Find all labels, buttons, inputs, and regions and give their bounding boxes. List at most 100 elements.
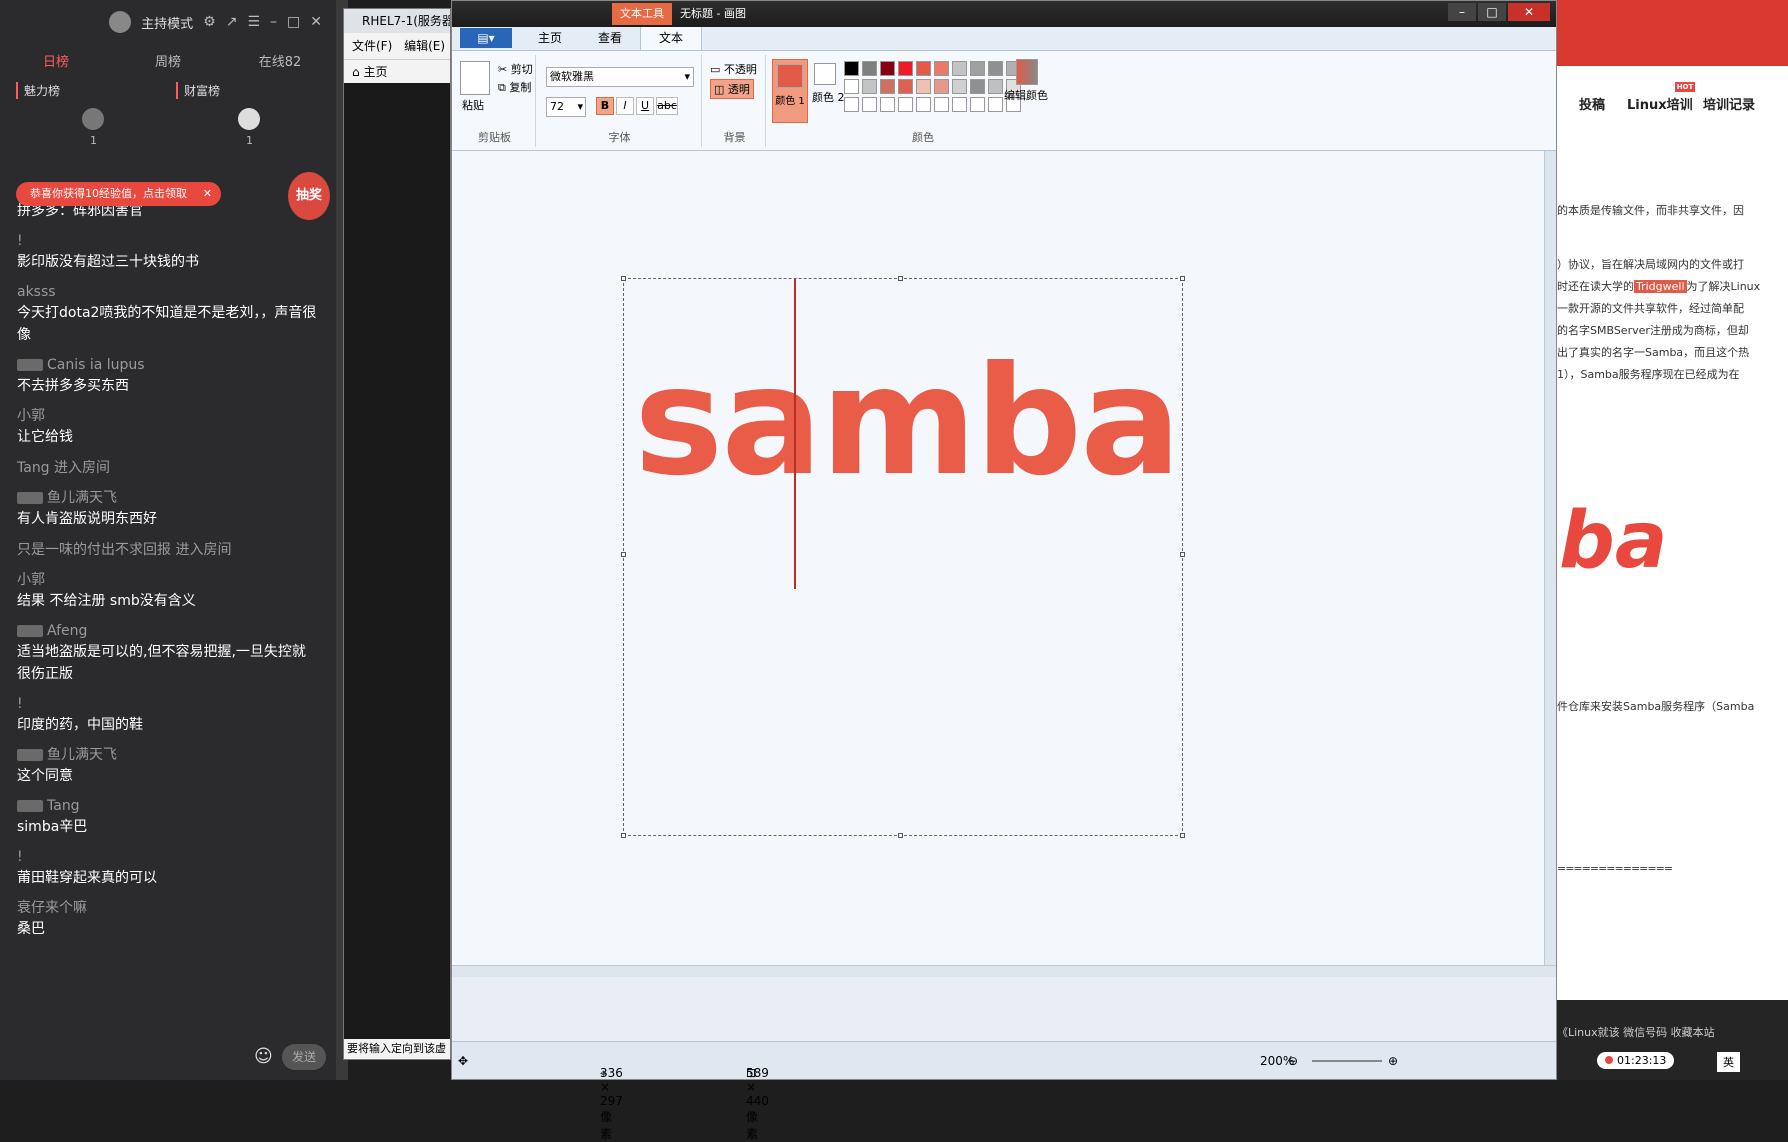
menu-file[interactable]: 文件(F) [352,39,392,53]
maximize-button[interactable]: □ [1478,3,1506,21]
italic-button[interactable]: I [616,97,634,115]
send-button[interactable]: 发送 [282,1044,326,1070]
resize-handle[interactable] [898,833,903,838]
resize-handle[interactable] [621,552,626,557]
close-button[interactable]: ✕ [1508,3,1550,21]
palette-swatch[interactable] [844,97,859,112]
resize-handle[interactable] [621,276,626,281]
charm-top-avatar[interactable] [82,108,104,130]
message-user[interactable]: 鱼儿满天飞 [47,747,117,763]
message-user[interactable]: aksss [17,282,317,302]
palette-swatch[interactable] [880,97,895,112]
palette-swatch[interactable] [862,79,877,94]
resize-handle[interactable] [621,833,626,838]
font-size-select[interactable]: 72 ▾ [546,97,586,117]
wealth-top-avatar[interactable] [238,108,260,130]
nav-training-records[interactable]: 培训记录 [1703,94,1755,113]
palette-swatch[interactable] [862,97,877,112]
message-user[interactable]: ! [17,847,317,867]
palette-swatch[interactable] [862,61,877,76]
palette-swatch[interactable] [880,61,895,76]
paint-menu-button[interactable]: ▤▾ [460,28,512,48]
close-icon[interactable]: ✕ [310,14,322,30]
palette-swatch[interactable] [898,79,913,94]
resize-handle[interactable] [1180,276,1185,281]
tab-weekly[interactable]: 周榜 [112,51,224,70]
horizontal-scrollbar[interactable] [452,965,1556,977]
palette-swatch[interactable] [988,61,1003,76]
transparent-option[interactable]: ◫ 透明 [710,79,754,99]
nav-submit[interactable]: 投稿 [1579,94,1605,113]
message-user[interactable]: ! [17,694,317,714]
copy-button[interactable]: ⧉ 复制 [498,79,531,95]
zoom-in-icon[interactable]: ⊕ [1388,1054,1398,1068]
palette-swatch[interactable] [916,79,931,94]
paste-icon[interactable] [460,61,490,95]
lottery-button[interactable]: 抽奖 [288,172,330,220]
maximize-icon[interactable]: □ [287,14,300,30]
edit-colors-icon[interactable] [1016,59,1038,85]
resize-handle[interactable] [1180,552,1185,557]
wealth-rank-label[interactable]: 财富榜 [176,81,336,99]
message-user[interactable]: 小郭 [17,406,317,426]
color1-button[interactable]: 颜色 1 [772,59,808,123]
reward-toast[interactable]: 恭喜你获得10经验值，点击领取 ✕ [16,182,221,206]
tab-text[interactable]: 文本 [640,24,703,50]
palette-swatch[interactable] [934,79,949,94]
palette-swatch[interactable] [988,97,1003,112]
palette-swatch[interactable] [970,79,985,94]
palette-swatch[interactable] [844,79,859,94]
message-user[interactable]: Afeng [47,623,87,639]
drawing-canvas[interactable]: samba [621,276,1185,838]
footer-links[interactable]: 《Linux就该 微信号码 收藏本站 [1557,1024,1715,1040]
nav-linux-training[interactable]: Linux培训 [1627,94,1693,113]
charm-rank-label[interactable]: 魅力榜 [16,81,176,99]
palette-swatch[interactable] [952,79,967,94]
host-avatar[interactable] [109,11,132,33]
settings-icon[interactable]: ⚙ [203,14,216,30]
message-user[interactable]: Tang [47,798,80,814]
palette-swatch[interactable] [880,79,895,94]
canvas-text[interactable]: samba [634,335,1181,509]
palette-swatch[interactable] [934,97,949,112]
palette-swatch[interactable] [970,61,985,76]
edit-colors-button[interactable]: 编辑颜色 [1004,87,1048,103]
minimize-button[interactable]: – [1448,3,1476,21]
palette-swatch[interactable] [952,97,967,112]
palette-swatch[interactable] [898,61,913,76]
resize-handle[interactable] [1180,833,1185,838]
popout-icon[interactable]: ↗ [226,14,238,30]
bold-button[interactable]: B [596,97,614,115]
opaque-option[interactable]: ▭ 不透明 [710,61,757,77]
palette-swatch[interactable] [916,97,931,112]
strikethrough-button[interactable]: abc [656,97,678,115]
underline-button[interactable]: U [636,97,654,115]
cut-button[interactable]: ✂ 剪切 [498,61,533,77]
font-family-select[interactable]: 微软雅黑 ▾ [546,67,694,87]
vertical-scrollbar[interactable] [1544,151,1556,977]
color2-button[interactable] [814,63,836,85]
message-user[interactable]: Canis ia lupus [47,357,145,373]
menu-edit[interactable]: 编辑(E) [404,39,445,53]
palette-swatch[interactable] [916,61,931,76]
message-user[interactable]: 衰仔来个嘛 [17,898,317,918]
zoom-out-icon[interactable]: ⊖ [1288,1054,1298,1068]
resize-handle[interactable] [898,276,903,281]
emoji-icon[interactable]: ☺ [254,1046,273,1067]
message-user[interactable]: 鱼儿满天飞 [47,490,117,506]
menu-icon[interactable]: ☰ [247,14,260,30]
tab-view[interactable]: 查看 [580,25,640,50]
minimize-icon[interactable]: – [270,14,277,30]
tab-online[interactable]: 在线82 [224,51,336,70]
vm-home-tab[interactable]: ⌂ 主页 [344,59,450,83]
palette-swatch[interactable] [970,97,985,112]
palette-swatch[interactable] [898,97,913,112]
palette-swatch[interactable] [952,61,967,76]
toast-close-icon[interactable]: ✕ [203,182,212,206]
palette-swatch[interactable] [934,61,949,76]
palette-swatch[interactable] [844,61,859,76]
palette-swatch[interactable] [988,79,1003,94]
zoom-slider[interactable] [1312,1060,1382,1062]
paste-button[interactable]: 粘贴 [462,97,484,113]
input-language-indicator[interactable]: 英 [1717,1052,1740,1072]
